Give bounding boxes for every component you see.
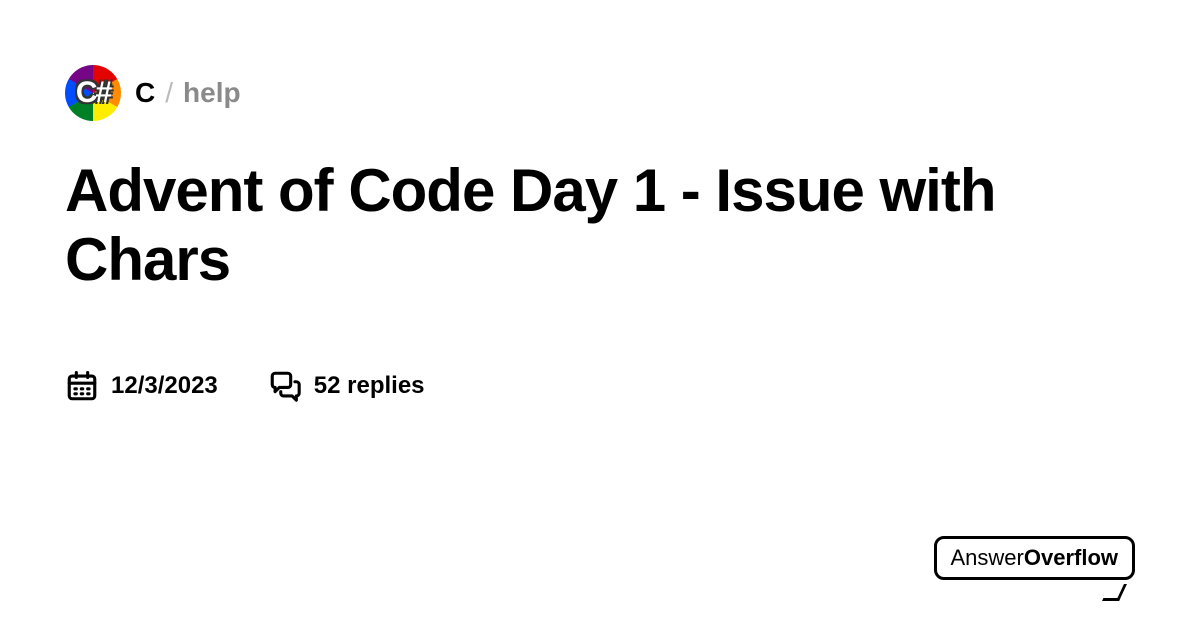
replies-meta: 52 replies <box>268 369 425 403</box>
page-title: Advent of Code Day 1 - Issue with Chars <box>65 156 1135 294</box>
date-meta: 12/3/2023 <box>65 369 218 403</box>
brand-logo: AnswerOverflow <box>934 536 1136 580</box>
server-avatar: C# <box>65 65 121 121</box>
brand-name: AnswerOverflow <box>951 545 1119 570</box>
date-text: 12/3/2023 <box>111 372 218 400</box>
channel-name: help <box>183 77 241 109</box>
breadcrumb: C# C / help <box>65 65 1135 121</box>
server-name: C <box>135 77 155 109</box>
replies-icon <box>268 369 302 403</box>
breadcrumb-text: C / help <box>135 77 241 109</box>
meta-row: 12/3/2023 52 replies <box>65 369 1135 403</box>
calendar-icon <box>65 369 99 403</box>
speech-bubble-icon: AnswerOverflow <box>934 536 1136 580</box>
replies-text: 52 replies <box>314 372 425 400</box>
breadcrumb-separator: / <box>165 77 173 109</box>
